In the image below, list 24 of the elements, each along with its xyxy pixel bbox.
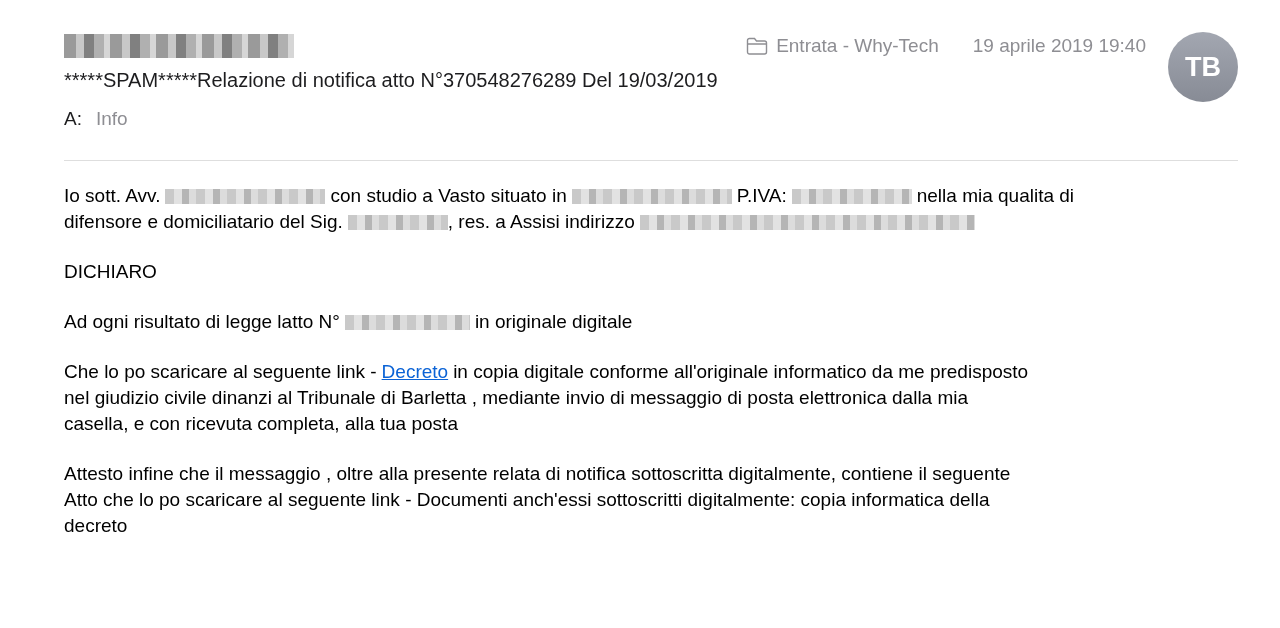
body-text: DICHIARO [64,260,157,284]
body-text: nel giudizio civile dinanzi al Tribunale di Barletta , mediante invio di messaggio di posta elettronica dalla mia [64,386,969,410]
body-text: decreto [64,514,128,538]
body-text: con studio a Vasto situato in [330,184,567,208]
body-text: in copia digitale conforme all'originale informatico da me predisposto [453,360,1029,384]
body-text: casella, e con ricevuta completa, alla tua posta [64,412,458,436]
avatar: TB [1168,32,1238,102]
body-text: , res. a Assisi indirizzo [447,210,635,234]
body-text: Io sott. Avv. [64,184,161,208]
body-text: Atto che lo po scaricare al seguente link - Documenti anch'essi sottoscritti digitalmente: copia informatica della [64,488,990,512]
to-label: A: [64,108,82,130]
body-text: in originale digitale [474,310,633,334]
body-text: P.IVA: [736,184,787,208]
body-text: nella mia qualita di [916,184,1075,208]
body-text: difensore e domiciliatario del Sig. [64,210,343,234]
mailbox-label: Entrata - Why-Tech [776,35,939,57]
body-text: Che lo po scaricare al seguente link - [64,360,377,384]
body-text: Attesto infine che il messaggio , oltre alla presente relata di notifica sottoscritta digitalmente, contiene il seguente [64,462,1011,486]
date-text: 19 aprile 2019 19:40 [972,35,1146,57]
body-text: Ad ogni risultato di legge latto N° [64,310,340,334]
folder-icon [746,37,769,55]
recipient-text: Info [95,108,128,130]
link[interactable]: Decreto [381,359,449,385]
subject-text: *****SPAM*****Relazione di notifica atto N°370548276289 Del 19/03/2019 [64,69,719,92]
